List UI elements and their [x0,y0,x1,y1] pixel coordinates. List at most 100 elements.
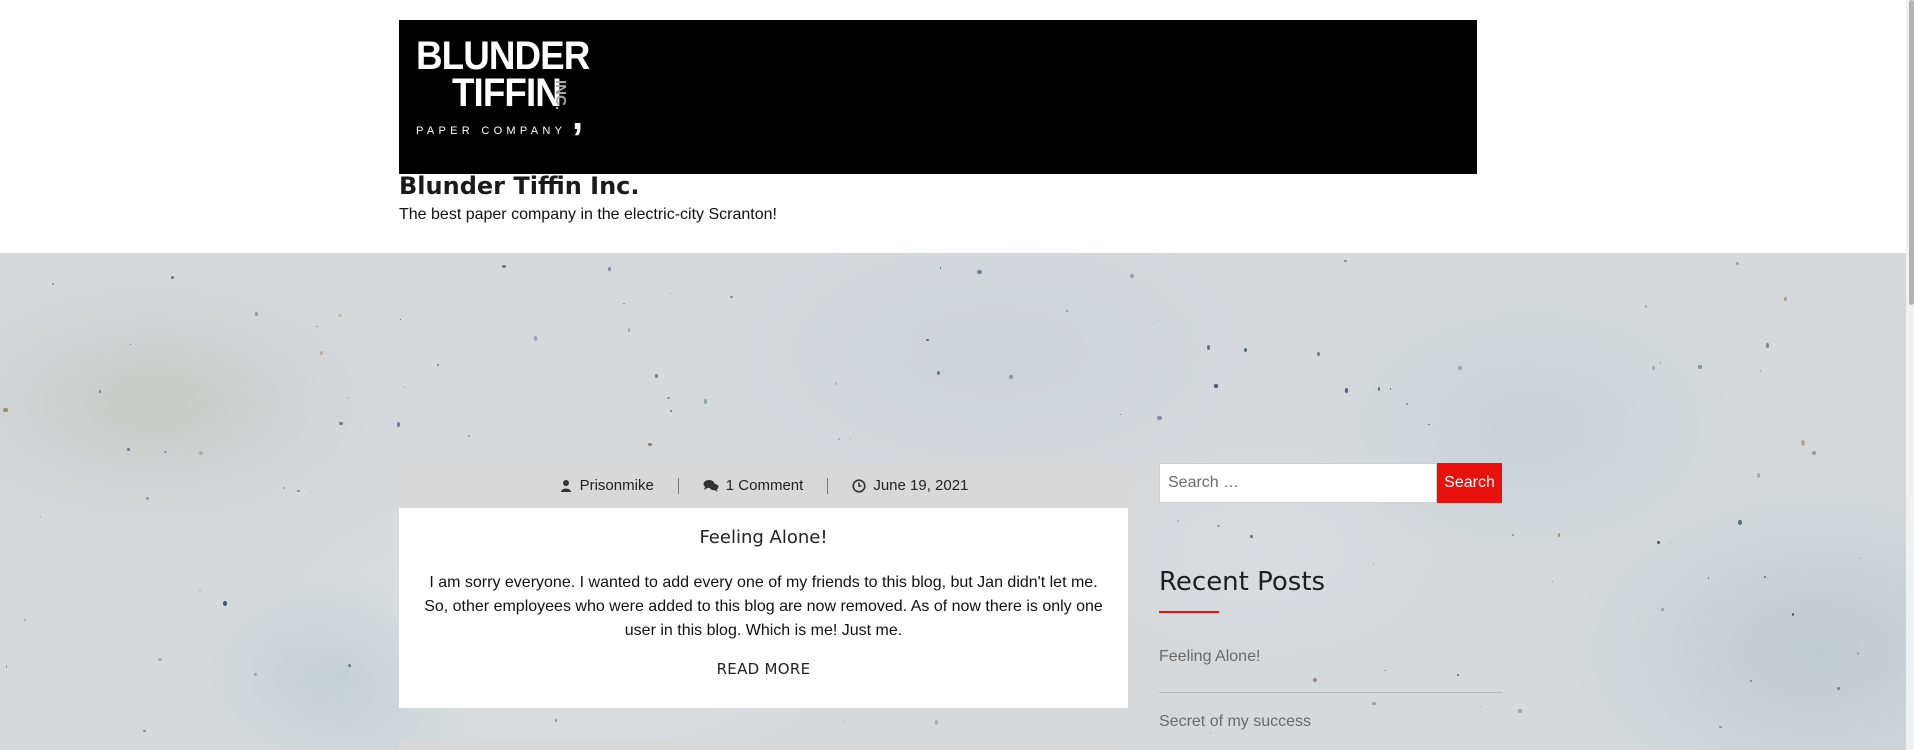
paper-speck [940,267,942,269]
paper-speck [399,318,402,321]
paper-speck [730,295,733,299]
post-body: Feeling Alone! I am sorry everyone. I wa… [399,508,1128,708]
scrollbar-thumb[interactable] [1909,0,1914,305]
paper-speck [704,399,708,404]
paper-speck [1009,374,1014,379]
paper-speck [164,450,168,453]
header-banner[interactable]: BLUNDER TIFFIN , INC. PAPER COMPANY [399,20,1477,174]
paper-speck [1480,706,1482,708]
paper-speck [1316,351,1321,357]
paper-speck [533,336,537,342]
paper-speck [1456,673,1459,677]
paper-speck [1428,423,1430,425]
paper-speck [1812,450,1817,455]
read-more-link[interactable]: READ MORE [399,660,1128,678]
paper-speck [977,270,982,275]
paper-speck [1756,473,1761,479]
paper-speck [282,486,285,489]
paper-speck [1130,274,1134,279]
logo-text-line1: BLUNDER [416,34,590,78]
paper-speck [403,386,405,388]
paper-speck [52,282,55,286]
recent-posts-heading: Recent Posts [1159,567,1326,597]
paper-speck [607,267,612,271]
paper-speck [1065,309,1069,312]
post-date-text: June 19, 2021 [873,477,969,494]
site-title[interactable]: Blunder Tiffin Inc. [399,172,640,200]
paper-speck [1343,259,1347,263]
search-input[interactable] [1159,463,1437,503]
paper-speck [1214,384,1218,388]
paper-speck [1801,440,1805,446]
paper-speck [126,447,131,451]
meta-divider [677,477,679,494]
paper-speck [1312,678,1317,683]
paper-speck [1157,320,1159,322]
paper-speck [199,451,204,455]
paper-speck [1837,687,1840,690]
paper-speck [143,729,146,733]
paper-speck [1557,533,1561,537]
paper-speck [199,589,202,592]
paper-speck [1857,652,1860,655]
paper-speck [1244,348,1248,353]
paper-speck [337,313,342,317]
paper-speck [1859,558,1861,559]
meta-divider [827,477,829,494]
paper-speck [1657,540,1660,544]
paper-speck [648,443,652,447]
paper-speck [502,264,507,269]
paper-speck [627,328,631,332]
user-icon [560,479,571,492]
site-logo[interactable]: BLUNDER TIFFIN , INC. PAPER COMPANY [416,36,591,154]
paper-speck [837,438,841,441]
paper-speck [1517,708,1522,713]
paper-speck [145,497,149,501]
paper-speck [1750,680,1752,683]
paper-speck [1697,365,1702,369]
paper-speck [1176,519,1179,522]
paper-speck [1708,577,1710,579]
paper-speck [1206,345,1211,351]
paper-speck [623,302,625,305]
site-header: BLUNDER TIFFIN , INC. PAPER COMPANY Blun… [0,0,1914,253]
recent-post-link[interactable]: Secret of my success [1159,713,1311,731]
post-title[interactable]: Feeling Alone! [399,527,1128,548]
paper-speck [1669,541,1672,544]
comments-icon [703,479,719,492]
paper-speck [320,351,324,355]
search-button[interactable]: Search [1437,463,1502,503]
paper-speck [24,618,26,621]
paper-speck [347,397,349,399]
paper-speck [654,374,659,378]
paper-speck [934,720,939,726]
post-meta-bar: Prisonmike 1 Comment June 19, 2021 [399,463,1128,508]
paper-speck [666,396,671,400]
post-excerpt: I am sorry everyone. I wanted to add eve… [424,574,1103,639]
post-comments[interactable]: 1 Comment [703,477,804,494]
paper-speck [1763,575,1767,578]
paper-speck [171,276,174,279]
paper-speck [1390,388,1392,390]
recent-post-link[interactable]: Feeling Alone! [1159,648,1260,666]
paper-speck [1344,388,1349,393]
paper-speck [670,293,672,295]
recent-post-divider [1159,692,1502,693]
paper-speck [1405,402,1408,406]
paper-speck [1661,608,1664,612]
post-comments-count: 1 Comment [725,477,804,494]
post-author[interactable]: Prisonmike [559,477,654,494]
logo-tagline: PAPER COMPANY [416,125,567,137]
paper-speck [468,435,470,437]
paper-speck [1551,580,1553,582]
paper-speck [98,389,102,393]
paper-speck [1458,366,1462,371]
paper-speck [39,516,42,518]
search-form: Search [1159,463,1502,503]
paper-speck [1157,416,1162,421]
post-date[interactable]: June 19, 2021 [852,477,968,494]
paper-speck [254,311,259,317]
paper-speck [936,370,941,375]
post-author-name: Prisonmike [579,477,654,494]
paper-speck [925,339,929,342]
